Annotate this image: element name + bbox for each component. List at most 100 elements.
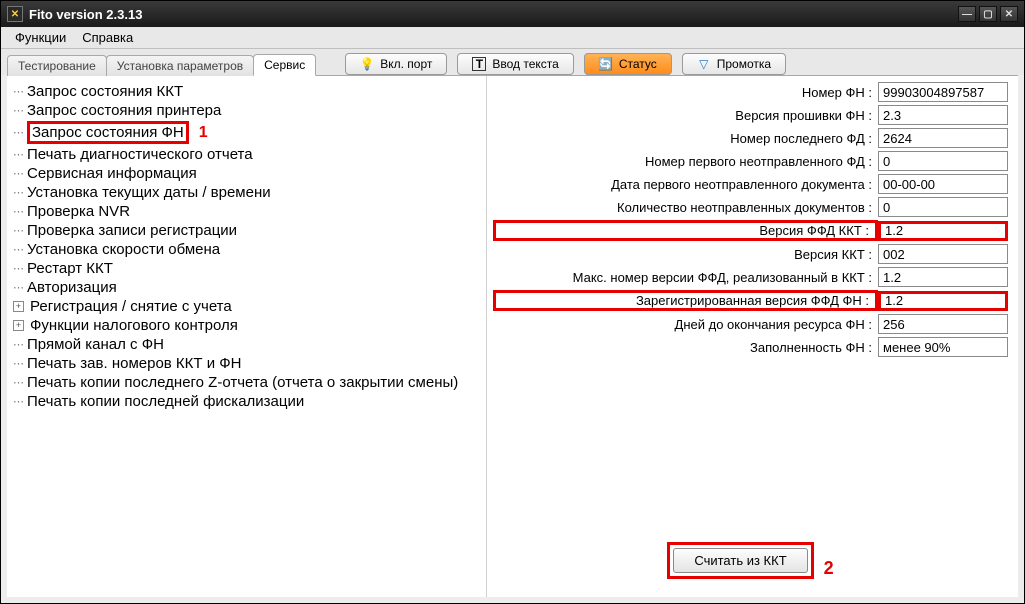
field-row: Номер последнего ФД : bbox=[493, 128, 1008, 148]
tree-item[interactable]: ⋯Печать копии последнего Z-отчета (отчет… bbox=[11, 373, 482, 392]
fields-list: Номер ФН : Версия прошивки ФН : Номер посл… bbox=[493, 82, 1008, 360]
field-value[interactable] bbox=[878, 174, 1008, 194]
tab-service[interactable]: Сервис bbox=[253, 54, 316, 76]
field-row: Макс. номер версии ФФД, реализованный в … bbox=[493, 267, 1008, 287]
tree-item[interactable]: ⋯Прямой канал с ФН bbox=[11, 335, 482, 354]
main-window: ✕ Fito version 2.3.13 — ▢ ✕ Функции Спра… bbox=[1, 1, 1024, 603]
field-row: Номер первого неотправленного ФД : bbox=[493, 151, 1008, 171]
annotation-1: 1 bbox=[199, 124, 208, 142]
field-value[interactable] bbox=[878, 267, 1008, 287]
tab-params[interactable]: Установка параметров bbox=[106, 55, 254, 76]
field-value[interactable] bbox=[878, 291, 1008, 311]
field-value[interactable] bbox=[878, 197, 1008, 217]
field-value[interactable] bbox=[878, 105, 1008, 125]
tree-item[interactable]: ⋯Проверка записи регистрации bbox=[11, 221, 482, 240]
tree-item[interactable]: ⋯Печать диагностического отчета bbox=[11, 145, 482, 164]
text-input-button-label: Ввод текста bbox=[492, 57, 558, 71]
tree-marker-icon: ⋯ bbox=[13, 205, 23, 218]
field-value[interactable] bbox=[878, 221, 1008, 241]
field-value[interactable] bbox=[878, 151, 1008, 171]
tree-item-expandable[interactable]: +Функции налогового контроля bbox=[11, 316, 482, 335]
feed-icon: ▽ bbox=[697, 57, 711, 71]
tree-marker-icon: ⋯ bbox=[13, 148, 23, 161]
field-label: Дата первого неотправленного документа : bbox=[493, 177, 878, 192]
details-panel: Номер ФН : Версия прошивки ФН : Номер посл… bbox=[487, 76, 1018, 597]
status-button-label: Статус bbox=[619, 57, 657, 71]
tree-item[interactable]: ⋯Проверка NVR bbox=[11, 202, 482, 221]
port-button[interactable]: 💡 Вкл. порт bbox=[345, 53, 447, 75]
field-value[interactable] bbox=[878, 314, 1008, 334]
field-row: Зарегистрированная версия ФФД ФН : bbox=[493, 290, 1008, 311]
feed-button-label: Промотка bbox=[717, 57, 771, 71]
field-label: Заполненность ФН : bbox=[493, 340, 878, 355]
field-label: Зарегистрированная версия ФФД ФН : bbox=[493, 290, 878, 311]
tabs: Тестирование Установка параметров Сервис bbox=[7, 53, 315, 75]
tree-item[interactable]: ⋯Печать копии последней фискализации bbox=[11, 392, 482, 411]
field-label: Номер ФН : bbox=[493, 85, 878, 100]
tree-item[interactable]: ⋯Запрос состояния ККТ bbox=[11, 82, 482, 101]
tree-item[interactable]: ⋯Установка текущих даты / времени bbox=[11, 183, 482, 202]
tree-marker-icon: ⋯ bbox=[13, 85, 23, 98]
tree-item[interactable]: ⋯Авторизация bbox=[11, 278, 482, 297]
field-label: Дней до окончания ресурса ФН : bbox=[493, 317, 878, 332]
tree-marker-icon: ⋯ bbox=[13, 357, 23, 370]
text-input-button[interactable]: T Ввод текста bbox=[457, 53, 573, 75]
status-icon: 🔄 bbox=[599, 57, 613, 71]
maximize-button[interactable]: ▢ bbox=[979, 6, 997, 22]
toolbar: Тестирование Установка параметров Сервис… bbox=[1, 49, 1024, 75]
text-icon: T bbox=[472, 57, 486, 71]
field-row: Заполненность ФН : bbox=[493, 337, 1008, 357]
field-value[interactable] bbox=[878, 82, 1008, 102]
field-row: Дней до окончания ресурса ФН : bbox=[493, 314, 1008, 334]
field-label: Макс. номер версии ФФД, реализованный в … bbox=[493, 270, 878, 285]
tree-marker-icon: ⋯ bbox=[13, 167, 23, 180]
field-row: Версия прошивки ФН : bbox=[493, 105, 1008, 125]
close-button[interactable]: ✕ bbox=[1000, 6, 1018, 22]
tree-marker-icon: ⋯ bbox=[13, 224, 23, 237]
tree-marker-icon: ⋯ bbox=[13, 104, 23, 117]
read-button-highlight: Считать из ККТ bbox=[667, 542, 813, 579]
tree-item[interactable]: ⋯Установка скорости обмена bbox=[11, 240, 482, 259]
annotation-2: 2 bbox=[824, 558, 834, 579]
feed-button[interactable]: ▽ Промотка bbox=[682, 53, 786, 75]
tree-item[interactable]: ⋯Печать зав. номеров ККТ и ФН bbox=[11, 354, 482, 373]
field-row: Дата первого неотправленного документа : bbox=[493, 174, 1008, 194]
service-tree: ⋯Запрос состояния ККТ ⋯Запрос состояния … bbox=[7, 76, 487, 597]
field-label: Версия прошивки ФН : bbox=[493, 108, 878, 123]
tree-marker-icon: ⋯ bbox=[13, 262, 23, 275]
tab-testing[interactable]: Тестирование bbox=[7, 55, 107, 76]
tree-marker-icon: ⋯ bbox=[13, 376, 23, 389]
tree-marker-icon: ⋯ bbox=[13, 243, 23, 256]
bulb-icon: 💡 bbox=[360, 57, 374, 71]
window-title: Fito version 2.3.13 bbox=[29, 7, 142, 22]
field-value[interactable] bbox=[878, 128, 1008, 148]
tree-item[interactable]: ⋯Рестарт ККТ bbox=[11, 259, 482, 278]
tree-item-fn-status[interactable]: ⋯Запрос состояния ФН1 bbox=[11, 120, 482, 145]
tree-item-expandable[interactable]: +Регистрация / снятие с учета bbox=[11, 297, 482, 316]
menu-functions[interactable]: Функции bbox=[7, 28, 74, 47]
menubar: Функции Справка bbox=[1, 27, 1024, 49]
field-row: Номер ФН : bbox=[493, 82, 1008, 102]
field-label: Номер последнего ФД : bbox=[493, 131, 878, 146]
tree-marker-icon: ⋯ bbox=[13, 338, 23, 351]
app-icon: ✕ bbox=[7, 6, 23, 22]
field-value[interactable] bbox=[878, 337, 1008, 357]
field-label: Номер первого неотправленного ФД : bbox=[493, 154, 878, 169]
field-value[interactable] bbox=[878, 244, 1008, 264]
status-button[interactable]: 🔄 Статус bbox=[584, 53, 672, 75]
field-label: Версия ККТ : bbox=[493, 247, 878, 262]
port-button-label: Вкл. порт bbox=[380, 57, 432, 71]
menu-help[interactable]: Справка bbox=[74, 28, 141, 47]
minimize-button[interactable]: — bbox=[958, 6, 976, 22]
field-row: Версия ККТ : bbox=[493, 244, 1008, 264]
field-row: Версия ФФД ККТ : bbox=[493, 220, 1008, 241]
tree-item[interactable]: ⋯Запрос состояния принтера bbox=[11, 101, 482, 120]
field-label: Количество неотправленных документов : bbox=[493, 200, 878, 215]
tree-item[interactable]: ⋯Сервисная информация bbox=[11, 164, 482, 183]
tree-marker-icon: ⋯ bbox=[13, 281, 23, 294]
expand-icon[interactable]: + bbox=[13, 320, 24, 331]
read-from-kkt-button[interactable]: Считать из ККТ bbox=[673, 548, 807, 573]
content: ⋯Запрос состояния ККТ ⋯Запрос состояния … bbox=[7, 75, 1018, 597]
tree-marker-icon: ⋯ bbox=[13, 186, 23, 199]
expand-icon[interactable]: + bbox=[13, 301, 24, 312]
